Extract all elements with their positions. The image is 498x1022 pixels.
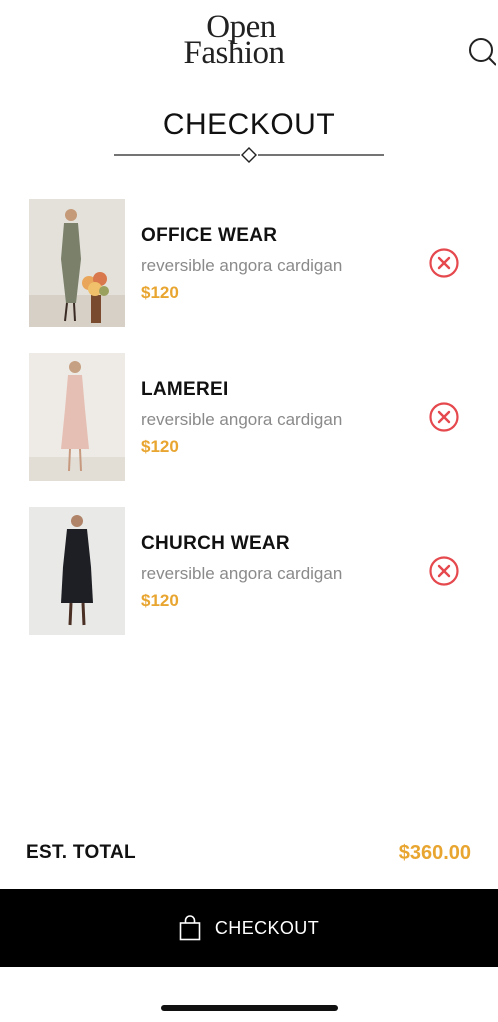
remove-item-button[interactable] [428,247,460,279]
title-divider [114,147,384,163]
shopping-bag-icon [179,915,201,941]
brand-logo[interactable]: Open Fashion [168,11,300,72]
product-image[interactable] [29,507,125,635]
product-name: OFFICE WEAR [141,225,278,246]
cart-item[interactable]: LAMEREI reversible angora cardigan $120 [29,353,469,481]
close-circle-icon [429,556,459,586]
checkout-button-label: CHECKOUT [214,917,320,938]
close-circle-icon [429,402,459,432]
product-description: reversible angora cardigan [141,410,343,429]
product-image[interactable] [29,199,125,327]
product-description: reversible angora cardigan [141,564,343,583]
est-total-value: $360.00 [398,842,471,864]
product-description: reversible angora cardigan [141,256,343,275]
app-header: Open Fashion [0,0,498,90]
close-circle-icon [429,248,459,278]
remove-item-button[interactable] [428,555,460,587]
product-name: CHURCH WEAR [141,533,290,554]
product-price: $120 [141,283,179,302]
cart-item[interactable]: OFFICE WEAR reversible angora cardigan $… [29,199,469,327]
search-button[interactable] [466,36,497,68]
page-title: CHECKOUT [162,108,336,141]
remove-item-button[interactable] [428,401,460,433]
product-image[interactable] [29,353,125,481]
home-indicator[interactable] [161,1005,338,1011]
logo-line-fashion: Fashion [183,35,285,71]
search-icon [469,38,497,66]
product-price: $120 [141,591,179,610]
checkout-button[interactable]: CHECKOUT [0,889,498,967]
cart-item[interactable]: CHURCH WEAR reversible angora cardigan $… [29,507,469,635]
product-name: LAMEREI [141,379,229,400]
est-total-label: EST. TOTAL [26,842,136,863]
product-price: $120 [141,437,179,456]
